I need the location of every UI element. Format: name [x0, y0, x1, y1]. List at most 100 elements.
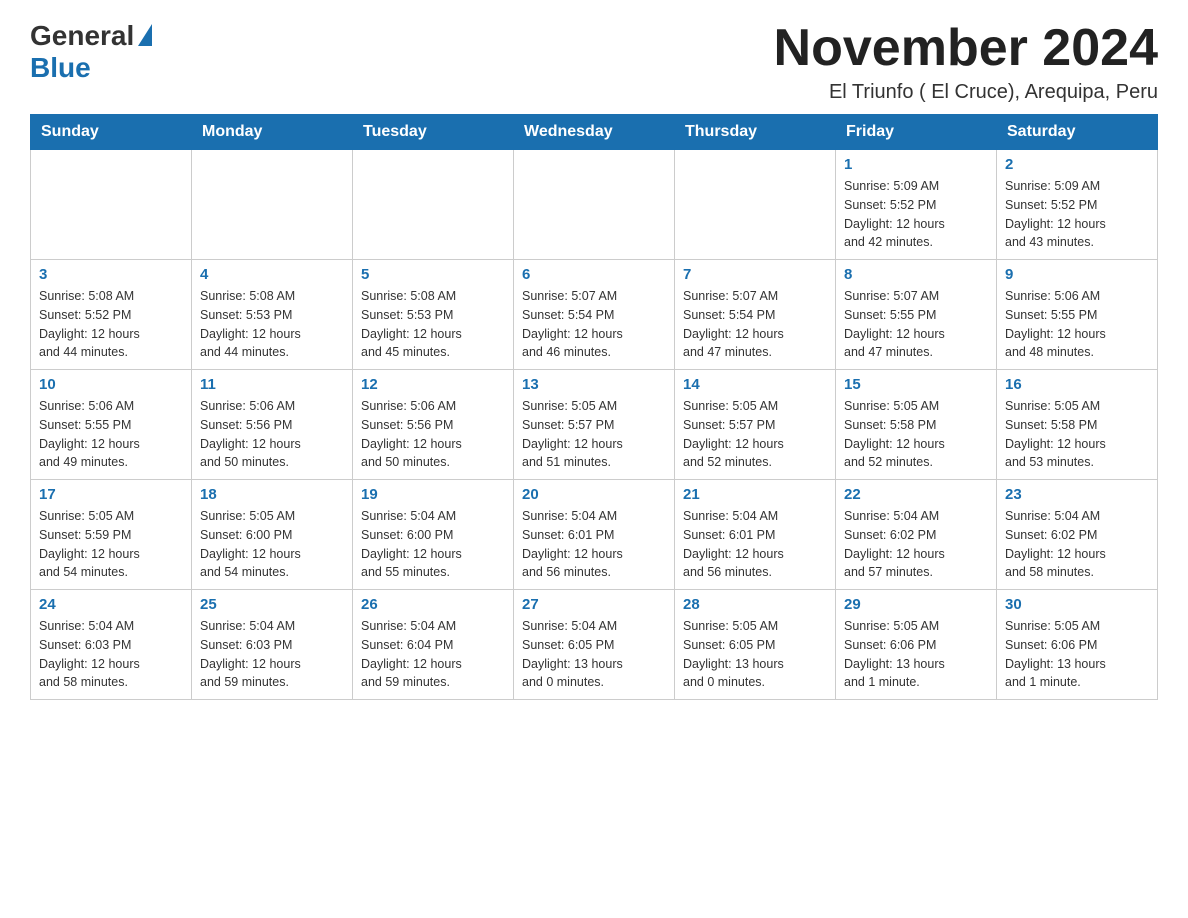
calendar-cell: 16 Sunrise: 5:05 AM Sunset: 5:58 PM Dayli… [997, 370, 1158, 480]
weekday-header-friday: Friday [836, 115, 997, 150]
calendar-table: SundayMondayTuesdayWednesdayThursdayFrid… [30, 114, 1158, 700]
calendar-cell: 7 Sunrise: 5:07 AM Sunset: 5:54 PM Daylig… [675, 260, 836, 370]
day-info: Sunrise: 5:04 AM Sunset: 6:02 PM Dayligh… [844, 507, 988, 582]
calendar-cell: 22 Sunrise: 5:04 AM Sunset: 6:02 PM Dayli… [836, 480, 997, 590]
day-info: Sunrise: 5:04 AM Sunset: 6:00 PM Dayligh… [361, 507, 505, 582]
day-number: 14 [683, 376, 827, 393]
calendar-cell: 18Sunrise: 5:05 AM Sunset: 6:00 PM Dayli… [192, 480, 353, 590]
calendar-cell: 27 Sunrise: 5:04 AM Sunset: 6:05 PM Dayli… [514, 590, 675, 700]
day-info: Sunrise: 5:07 AM Sunset: 5:54 PM Dayligh… [522, 287, 666, 362]
day-info: Sunrise: 5:06 AM Sunset: 5:56 PM Dayligh… [361, 397, 505, 472]
page-header: General Blue November 2024 El Triunfo ( … [30, 20, 1158, 104]
calendar-cell: 8 Sunrise: 5:07 AM Sunset: 5:55 PM Daylig… [836, 260, 997, 370]
day-number: 17 [39, 486, 183, 503]
day-info: Sunrise: 5:04 AM Sunset: 6:05 PM Dayligh… [522, 617, 666, 692]
calendar-cell: 20 Sunrise: 5:04 AM Sunset: 6:01 PM Dayli… [514, 480, 675, 590]
day-info: Sunrise: 5:07 AM Sunset: 5:54 PM Dayligh… [683, 287, 827, 362]
weekday-header-monday: Monday [192, 115, 353, 150]
calendar-cell [192, 150, 353, 260]
day-info: Sunrise: 5:04 AM Sunset: 6:01 PM Dayligh… [683, 507, 827, 582]
calendar-cell: 19 Sunrise: 5:04 AM Sunset: 6:00 PM Dayli… [353, 480, 514, 590]
day-info: Sunrise: 5:09 AM Sunset: 5:52 PM Dayligh… [844, 177, 988, 252]
calendar-cell: 1 Sunrise: 5:09 AM Sunset: 5:52 PM Daylig… [836, 150, 997, 260]
day-info: Sunrise: 5:06 AM Sunset: 5:55 PM Dayligh… [39, 397, 183, 472]
day-info: Sunrise: 5:05 AM Sunset: 6:05 PM Dayligh… [683, 617, 827, 692]
day-number: 27 [522, 596, 666, 613]
calendar-cell [675, 150, 836, 260]
day-number: 28 [683, 596, 827, 613]
calendar-cell: 23 Sunrise: 5:04 AM Sunset: 6:02 PM Dayli… [997, 480, 1158, 590]
day-info: Sunrise: 5:08 AM Sunset: 5:53 PM Dayligh… [361, 287, 505, 362]
day-number: 3 [39, 266, 183, 283]
day-info: Sunrise: 5:05 AM Sunset: 6:06 PM Dayligh… [1005, 617, 1149, 692]
calendar-cell: 17 Sunrise: 5:05 AM Sunset: 5:59 PM Dayli… [31, 480, 192, 590]
weekday-header-wednesday: Wednesday [514, 115, 675, 150]
day-number: 8 [844, 266, 988, 283]
week-row-4: 17 Sunrise: 5:05 AM Sunset: 5:59 PM Dayli… [31, 480, 1158, 590]
day-number: 6 [522, 266, 666, 283]
title-area: November 2024 El Triunfo ( El Cruce), Ar… [774, 20, 1158, 104]
day-info: Sunrise: 5:06 AM Sunset: 5:55 PM Dayligh… [1005, 287, 1149, 362]
day-number: 24 [39, 596, 183, 613]
day-number: 7 [683, 266, 827, 283]
calendar-cell: 26Sunrise: 5:04 AM Sunset: 6:04 PM Dayli… [353, 590, 514, 700]
logo-triangle-icon [138, 24, 152, 46]
calendar-cell: 3Sunrise: 5:08 AM Sunset: 5:52 PM Daylig… [31, 260, 192, 370]
calendar-cell: 5 Sunrise: 5:08 AM Sunset: 5:53 PM Daylig… [353, 260, 514, 370]
calendar-cell: 14Sunrise: 5:05 AM Sunset: 5:57 PM Dayli… [675, 370, 836, 480]
day-info: Sunrise: 5:05 AM Sunset: 5:58 PM Dayligh… [1005, 397, 1149, 472]
calendar-cell: 2Sunrise: 5:09 AM Sunset: 5:52 PM Daylig… [997, 150, 1158, 260]
week-row-1: 1 Sunrise: 5:09 AM Sunset: 5:52 PM Daylig… [31, 150, 1158, 260]
calendar-cell [353, 150, 514, 260]
day-number: 13 [522, 376, 666, 393]
day-info: Sunrise: 5:05 AM Sunset: 5:57 PM Dayligh… [522, 397, 666, 472]
day-number: 15 [844, 376, 988, 393]
day-number: 21 [683, 486, 827, 503]
weekday-header-sunday: Sunday [31, 115, 192, 150]
calendar-cell: 29 Sunrise: 5:05 AM Sunset: 6:06 PM Dayli… [836, 590, 997, 700]
week-row-3: 10 Sunrise: 5:06 AM Sunset: 5:55 PM Dayli… [31, 370, 1158, 480]
location-subtitle: El Triunfo ( El Cruce), Arequipa, Peru [774, 81, 1158, 104]
calendar-cell: 15 Sunrise: 5:05 AM Sunset: 5:58 PM Dayli… [836, 370, 997, 480]
weekday-header-tuesday: Tuesday [353, 115, 514, 150]
day-number: 22 [844, 486, 988, 503]
logo: General Blue [30, 20, 152, 84]
calendar-cell: 12 Sunrise: 5:06 AM Sunset: 5:56 PM Dayli… [353, 370, 514, 480]
day-info: Sunrise: 5:05 AM Sunset: 6:06 PM Dayligh… [844, 617, 988, 692]
day-number: 5 [361, 266, 505, 283]
day-number: 29 [844, 596, 988, 613]
day-number: 16 [1005, 376, 1149, 393]
day-number: 12 [361, 376, 505, 393]
day-number: 19 [361, 486, 505, 503]
calendar-cell: 24 Sunrise: 5:04 AM Sunset: 6:03 PM Dayli… [31, 590, 192, 700]
day-number: 9 [1005, 266, 1149, 283]
day-info: Sunrise: 5:07 AM Sunset: 5:55 PM Dayligh… [844, 287, 988, 362]
calendar-cell: 21 Sunrise: 5:04 AM Sunset: 6:01 PM Dayli… [675, 480, 836, 590]
calendar-cell: 28 Sunrise: 5:05 AM Sunset: 6:05 PM Dayli… [675, 590, 836, 700]
day-info: Sunrise: 5:04 AM Sunset: 6:03 PM Dayligh… [39, 617, 183, 692]
day-number: 26 [361, 596, 505, 613]
day-number: 20 [522, 486, 666, 503]
day-number: 30 [1005, 596, 1149, 613]
calendar-cell: 11Sunrise: 5:06 AM Sunset: 5:56 PM Dayli… [192, 370, 353, 480]
calendar-cell: 30 Sunrise: 5:05 AM Sunset: 6:06 PM Dayli… [997, 590, 1158, 700]
day-info: Sunrise: 5:05 AM Sunset: 5:59 PM Dayligh… [39, 507, 183, 582]
day-number: 18 [200, 486, 344, 503]
calendar-cell [31, 150, 192, 260]
day-info: Sunrise: 5:05 AM Sunset: 5:58 PM Dayligh… [844, 397, 988, 472]
day-info: Sunrise: 5:04 AM Sunset: 6:01 PM Dayligh… [522, 507, 666, 582]
day-number: 1 [844, 156, 988, 173]
weekday-header-saturday: Saturday [997, 115, 1158, 150]
day-number: 10 [39, 376, 183, 393]
day-number: 23 [1005, 486, 1149, 503]
calendar-cell: 25Sunrise: 5:04 AM Sunset: 6:03 PM Dayli… [192, 590, 353, 700]
day-info: Sunrise: 5:09 AM Sunset: 5:52 PM Dayligh… [1005, 177, 1149, 252]
week-row-5: 24 Sunrise: 5:04 AM Sunset: 6:03 PM Dayli… [31, 590, 1158, 700]
calendar-cell [514, 150, 675, 260]
day-number: 4 [200, 266, 344, 283]
day-info: Sunrise: 5:04 AM Sunset: 6:02 PM Dayligh… [1005, 507, 1149, 582]
calendar-cell: 10 Sunrise: 5:06 AM Sunset: 5:55 PM Dayli… [31, 370, 192, 480]
weekday-header-row: SundayMondayTuesdayWednesdayThursdayFrid… [31, 115, 1158, 150]
calendar-cell: 4Sunrise: 5:08 AM Sunset: 5:53 PM Daylig… [192, 260, 353, 370]
day-number: 25 [200, 596, 344, 613]
